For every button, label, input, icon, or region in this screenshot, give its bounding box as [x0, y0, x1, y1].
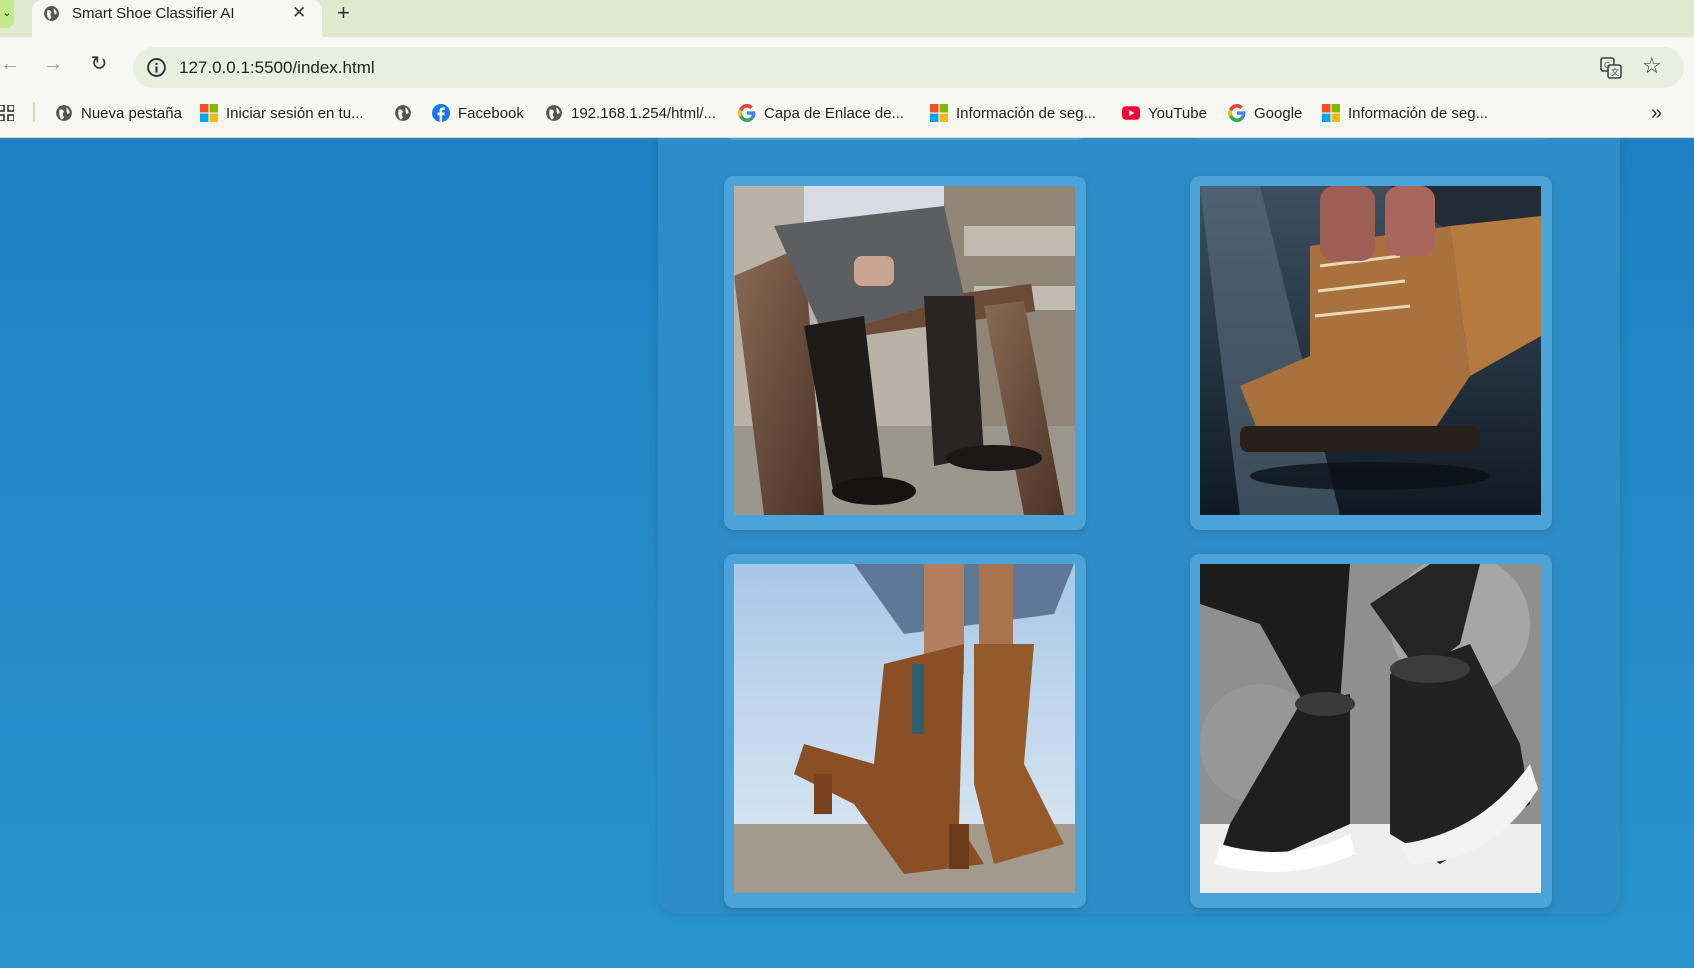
bookmark-nueva-pestana[interactable]: Nueva pestaña — [55, 102, 182, 124]
previous-row-card-left — [724, 138, 1086, 140]
url-text[interactable]: 127.0.0.1:5500/index.html — [179, 58, 375, 78]
address-bar[interactable]: 127.0.0.1:5500/index.html G 文 ☆ — [133, 47, 1684, 88]
bookmark-informacion-2[interactable]: Información de seg... — [1322, 102, 1488, 124]
microsoft-icon — [1322, 104, 1340, 122]
tab-title: Smart Shoe Classifier AI — [72, 5, 235, 22]
more-bookmarks-chevron-icon[interactable]: » — [1651, 102, 1662, 124]
google-icon — [1228, 104, 1246, 122]
bookmark-label: Nueva pestaña — [81, 104, 182, 122]
bookmark-label: YouTube — [1148, 104, 1207, 122]
apps-grid-icon[interactable] — [0, 105, 14, 121]
bookmark-capa-enlace[interactable]: Capa de Enlace de... — [738, 102, 904, 124]
bookmark-iniciar-sesion[interactable]: Iniciar sesión en tu... — [200, 102, 364, 124]
previous-row-card-right — [1190, 138, 1552, 140]
shoe-image-work-boot[interactable] — [1200, 186, 1541, 515]
tab-search-chevron-icon[interactable]: ⌄ — [0, 0, 14, 28]
google-icon — [738, 104, 756, 122]
shoe-card[interactable] — [1190, 554, 1552, 908]
svg-text:文: 文 — [1611, 67, 1619, 77]
bookmark-label: Información de seg... — [956, 104, 1097, 122]
bookmark-star-icon[interactable]: ☆ — [1642, 53, 1662, 79]
microsoft-icon — [200, 104, 218, 122]
globe-icon — [44, 6, 59, 21]
microsoft-icon — [930, 104, 948, 122]
globe-icon — [395, 105, 411, 121]
back-arrow-icon[interactable]: ← — [0, 51, 23, 77]
close-icon[interactable]: ✕ — [292, 3, 306, 23]
globe-icon — [546, 105, 562, 121]
bookmark-label: Capa de Enlace de... — [764, 104, 905, 122]
bookmark-youtube[interactable]: YouTube — [1122, 102, 1207, 124]
bookmark-informacion-1[interactable]: Información de seg... — [930, 102, 1096, 124]
shoe-image-fringe-boots[interactable] — [734, 564, 1075, 893]
shoe-card[interactable] — [1190, 176, 1552, 530]
new-tab-button[interactable]: + — [337, 1, 350, 25]
shoe-image-riding-boots[interactable] — [734, 186, 1075, 515]
bookmark-label: Información de seg... — [1348, 104, 1489, 122]
bookmark-label: 192.168.1.254/html/... — [571, 104, 717, 122]
gallery-panel — [658, 138, 1620, 914]
facebook-icon — [432, 104, 450, 122]
youtube-icon — [1122, 106, 1140, 120]
bookmark-facebook[interactable]: Facebook — [432, 102, 524, 124]
bookmarks-separator — [33, 102, 35, 122]
browser-tab[interactable]: Smart Shoe Classifier AI ✕ — [32, 0, 322, 37]
bookmark-globe[interactable] — [394, 102, 420, 124]
bookmark-label: Facebook — [458, 104, 524, 122]
forward-arrow-icon[interactable]: → — [40, 51, 66, 77]
page-viewport — [0, 138, 1694, 968]
reload-icon[interactable]: ↻ — [86, 51, 112, 77]
translate-icon[interactable]: G 文 — [1600, 57, 1622, 79]
bookmark-google[interactable]: Google — [1228, 102, 1302, 124]
bookmark-router[interactable]: 192.168.1.254/html/... — [545, 102, 716, 124]
site-info-icon[interactable] — [146, 57, 167, 78]
globe-icon — [56, 105, 72, 121]
bookmarks-bar: Nueva pestaña Iniciar sesión en tu... Fa… — [0, 93, 1694, 138]
svg-text:G: G — [1604, 61, 1610, 70]
shoe-card[interactable] — [724, 176, 1086, 530]
bookmark-label: Google — [1254, 104, 1303, 122]
browser-toolbar: ← → ↻ 127.0.0.1:5500/index.html G 文 ☆ — [0, 37, 1694, 93]
bookmark-label: Iniciar sesión en tu... — [226, 104, 364, 122]
tab-strip: ⌄ Smart Shoe Classifier AI ✕ + — [0, 0, 1694, 37]
shoe-image-snow-boots[interactable] — [1200, 564, 1541, 893]
shoe-card[interactable] — [724, 554, 1086, 908]
